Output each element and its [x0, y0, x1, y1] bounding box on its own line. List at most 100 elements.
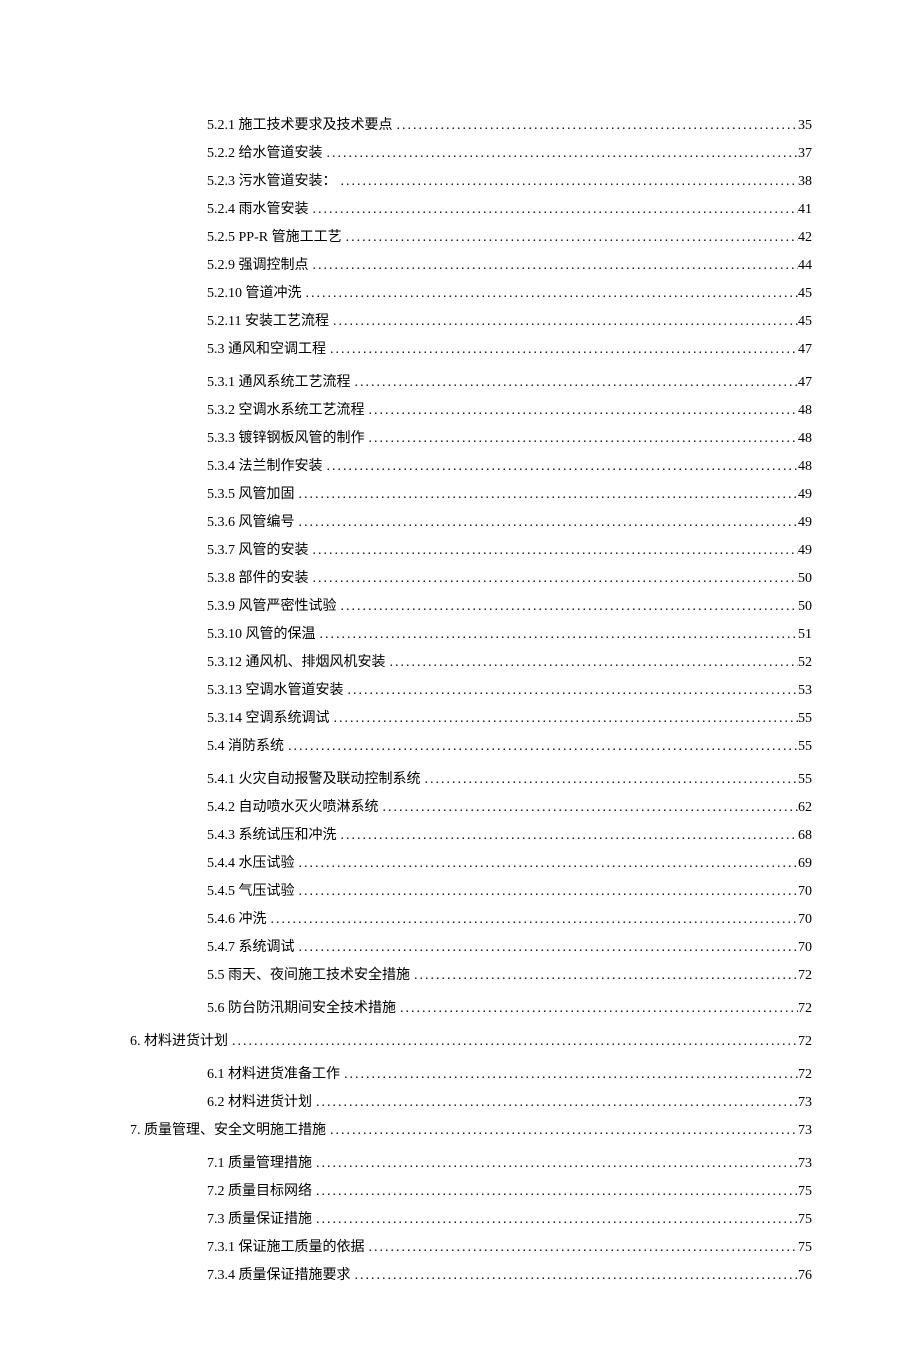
- toc-entry: 5.3.8 部件的安装 50: [130, 568, 812, 589]
- toc-leader-dots: [365, 1237, 799, 1258]
- toc-leader-dots: [309, 540, 799, 561]
- toc-entry: 6.1 材料进货准备工作72: [130, 1064, 812, 1085]
- toc-label: 5.4.5 气压试验: [207, 881, 295, 902]
- toc-entry: 5.3.10 风管的保温51: [130, 624, 812, 645]
- toc-label: 5.3 通风和空调工程: [207, 339, 326, 360]
- toc-entry: 5.2.4 雨水管安装 41: [130, 199, 812, 220]
- toc-page-number: 76: [798, 1265, 812, 1286]
- toc-label: 5.6 防台防汛期间安全技术措施: [207, 998, 396, 1019]
- toc-entry: 5.3.3 镀锌钢板风管的制作48: [130, 428, 812, 449]
- toc-leader-dots: [379, 797, 799, 818]
- toc-label: 5.4.7 系统调试: [207, 937, 295, 958]
- toc-leader-dots: [295, 484, 799, 505]
- toc-label: 5.2.9 强调控制点: [207, 255, 309, 276]
- toc-entry: 5.2.5 PP-R 管施工工艺 42: [130, 227, 812, 248]
- toc-label: 5.4.3 系统试压和冲洗: [207, 825, 337, 846]
- toc-entry: 7.2 质量目标网络 75: [130, 1181, 812, 1202]
- toc-entry: 5.4.4 水压试验69: [130, 853, 812, 874]
- toc-label: 5.3.1 通风系统工艺流程: [207, 372, 351, 393]
- toc-entry: 5.5 雨天、夜间施工技术安全措施72: [130, 965, 812, 986]
- toc-entry: 6.2 材料进货计划73: [130, 1092, 812, 1113]
- toc-page-number: 49: [798, 512, 812, 533]
- toc-leader-dots: [329, 311, 798, 332]
- toc-page-number: 51: [798, 624, 812, 645]
- toc-label: 5.2.4 雨水管安装: [207, 199, 309, 220]
- toc-entry: 6. 材料进货计划 72: [130, 1031, 812, 1052]
- toc-leader-dots: [410, 965, 798, 986]
- toc-page-number: 70: [798, 937, 812, 958]
- toc-label: 5.2.1 施工技术要求及技术要点: [207, 115, 393, 136]
- toc-entry: 5.2.1 施工技术要求及技术要点 35: [130, 115, 812, 136]
- toc-entry: 5.3.13 空调水管道安装53: [130, 680, 812, 701]
- toc-page-number: 75: [798, 1209, 812, 1230]
- toc-entry: 5.4 消防系统55: [130, 736, 812, 757]
- toc-leader-dots: [393, 115, 799, 136]
- toc-leader-dots: [323, 143, 799, 164]
- toc-entry: 5.4.2 自动喷水灭火喷淋系统 62: [130, 797, 812, 818]
- toc-leader-dots: [340, 1064, 798, 1085]
- toc-leader-dots: [316, 624, 799, 645]
- toc-entry: 5.3.12 通风机、排烟风机安装 52: [130, 652, 812, 673]
- toc-leader-dots: [365, 400, 799, 421]
- toc-page-number: 41: [798, 199, 812, 220]
- toc-label: 7. 质量管理、安全文明施工措施: [130, 1120, 326, 1141]
- toc-page-number: 42: [798, 227, 812, 248]
- toc-leader-dots: [421, 769, 799, 790]
- toc-page-number: 45: [798, 283, 812, 304]
- toc-leader-dots: [323, 456, 799, 477]
- toc-page-number: 49: [798, 540, 812, 561]
- toc-page-number: 49: [798, 484, 812, 505]
- toc-label: 5.2.10 管道冲洗: [207, 283, 302, 304]
- toc-label: 5.3.2 空调水系统工艺流程: [207, 400, 365, 421]
- toc-entry: 5.3.1 通风系统工艺流程47: [130, 372, 812, 393]
- toc-leader-dots: [309, 199, 799, 220]
- toc-entry: 5.2.10 管道冲洗 45: [130, 283, 812, 304]
- toc-leader-dots: [337, 171, 799, 192]
- toc-page-number: 75: [798, 1181, 812, 1202]
- toc-label: 5.4 消防系统: [207, 736, 284, 757]
- toc-entry: 7.3 质量保证措施 75: [130, 1209, 812, 1230]
- toc-page-number: 62: [798, 797, 812, 818]
- toc-page-number: 75: [798, 1237, 812, 1258]
- toc-label: 5.3.7 风管的安装: [207, 540, 309, 561]
- toc-label: 5.3.9 风管严密性试验: [207, 596, 337, 617]
- toc-page-number: 68: [798, 825, 812, 846]
- toc-label: 7.3.1 保证施工质量的依据: [207, 1237, 365, 1258]
- toc-label: 5.3.8 部件的安装: [207, 568, 309, 589]
- toc-entry: 5.2.9 强调控制点44: [130, 255, 812, 276]
- toc-page-number: 48: [798, 456, 812, 477]
- toc-entry: 5.6 防台防汛期间安全技术措施72: [130, 998, 812, 1019]
- toc-entry: 5.2.11 安装工艺流程45: [130, 311, 812, 332]
- toc-label: 5.2.3 污水管道安装：: [207, 171, 337, 192]
- toc-label: 5.2.5 PP-R 管施工工艺: [207, 227, 342, 248]
- toc-page-number: 35: [798, 115, 812, 136]
- toc-leader-dots: [309, 568, 799, 589]
- toc-page-number: 48: [798, 428, 812, 449]
- toc-label: 7.3 质量保证措施: [207, 1209, 312, 1230]
- toc-label: 5.4.4 水压试验: [207, 853, 295, 874]
- toc-page-number: 72: [798, 965, 812, 986]
- toc-page-number: 73: [798, 1092, 812, 1113]
- toc-page-number: 70: [798, 881, 812, 902]
- toc-entry: 5.2.3 污水管道安装： 38: [130, 171, 812, 192]
- toc-leader-dots: [337, 825, 799, 846]
- toc-leader-dots: [344, 680, 799, 701]
- toc-entry: 5.4.7 系统调试 70: [130, 937, 812, 958]
- toc-label: 6.1 材料进货准备工作: [207, 1064, 340, 1085]
- toc-leader-dots: [228, 1031, 798, 1052]
- toc-leader-dots: [351, 372, 799, 393]
- toc-label: 6. 材料进货计划: [130, 1031, 228, 1052]
- toc-page-number: 52: [798, 652, 812, 673]
- toc-label: 5.3.12 通风机、排烟风机安装: [207, 652, 386, 673]
- toc-entry: 5.4.6 冲洗70: [130, 909, 812, 930]
- toc-page-number: 55: [798, 769, 812, 790]
- toc-label: 5.3.6 风管编号: [207, 512, 295, 533]
- toc-leader-dots: [295, 512, 799, 533]
- toc-page-number: 50: [798, 568, 812, 589]
- toc-leader-dots: [302, 283, 799, 304]
- toc-page-number: 38: [798, 171, 812, 192]
- toc-page-number: 72: [798, 1031, 812, 1052]
- toc-label: 7.3.4 质量保证措施要求: [207, 1265, 351, 1286]
- toc-label: 5.4.2 自动喷水灭火喷淋系统: [207, 797, 379, 818]
- toc-label: 7.2 质量目标网络: [207, 1181, 312, 1202]
